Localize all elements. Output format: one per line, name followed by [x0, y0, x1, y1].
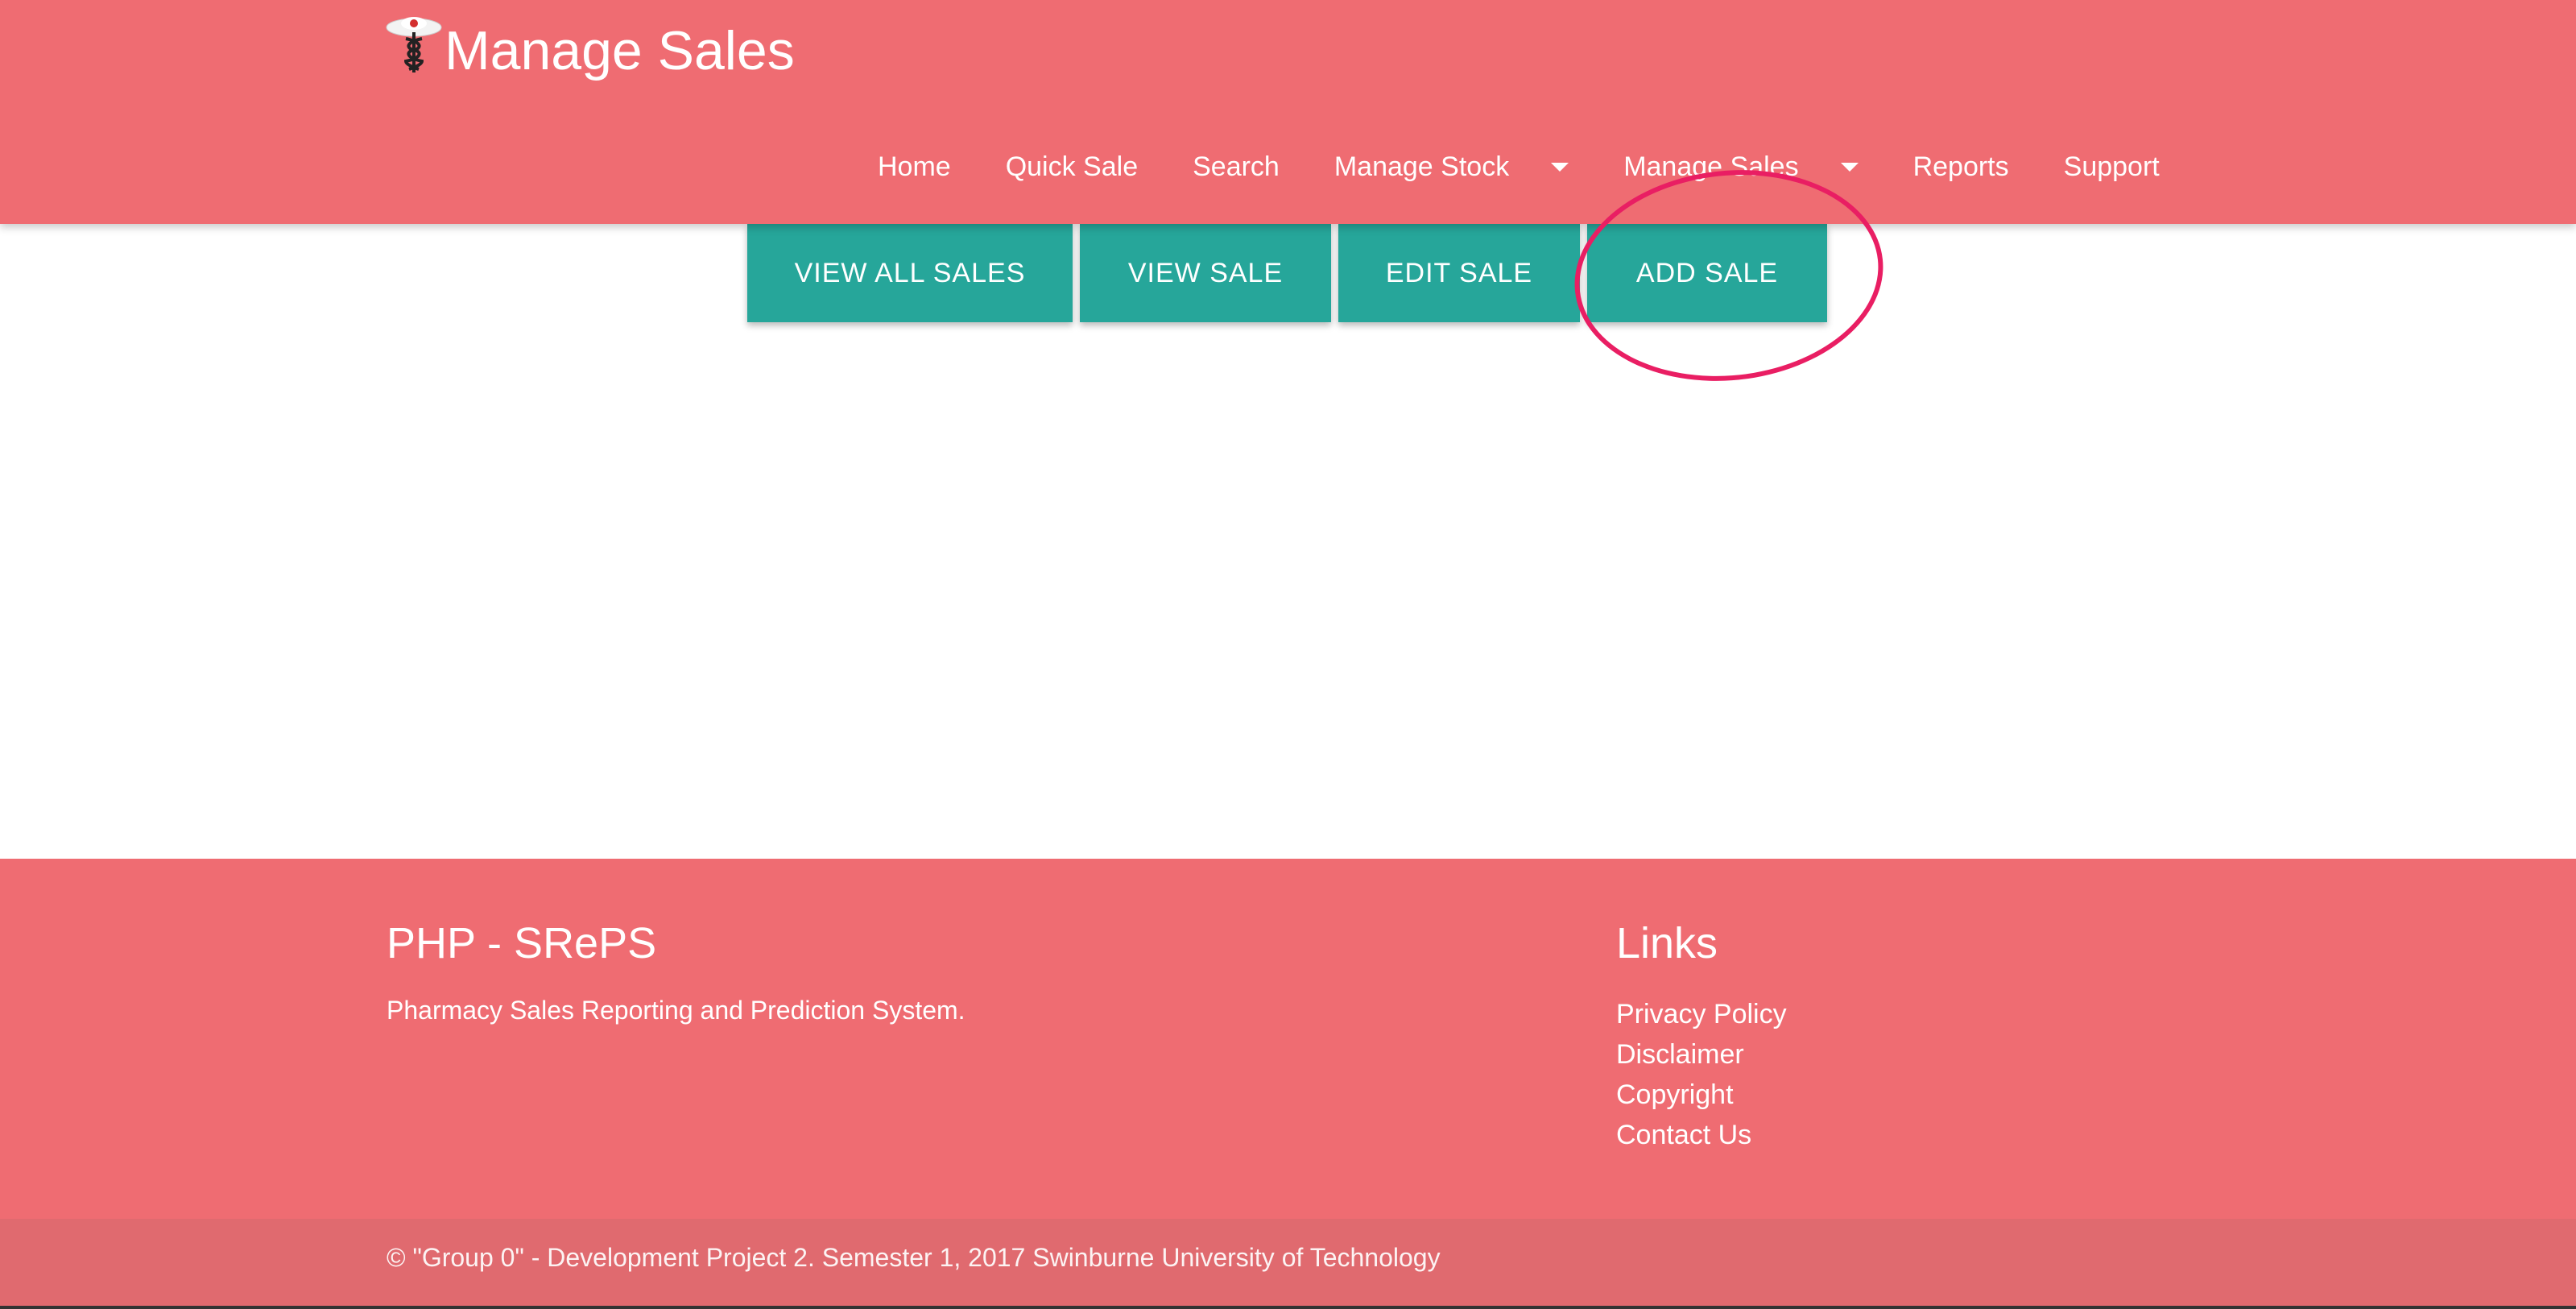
nav-quick-sale-label: Quick Sale	[1005, 151, 1139, 182]
edit-sale-button[interactable]: EDIT SALE	[1338, 224, 1580, 322]
nav-manage-sales-label: Manage Sales	[1623, 151, 1799, 182]
nav-manage-stock-dropdown[interactable]: Manage Stock	[1307, 135, 1596, 198]
nav-quick-sale[interactable]: Quick Sale	[978, 135, 1165, 198]
nav-reports-label: Reports	[1912, 151, 2009, 182]
contact-us-link[interactable]: Contact Us	[1616, 1120, 1751, 1150]
privacy-policy-link[interactable]: Privacy Policy	[1616, 999, 1787, 1029]
page-footer: PHP - SRePS Pharmacy Sales Reporting and…	[0, 859, 2576, 1219]
disclaimer-link[interactable]: Disclaimer	[1616, 1039, 1744, 1070]
nav-home[interactable]: Home	[850, 135, 978, 198]
caduceus-pharmacy-icon[interactable]	[385, 11, 443, 76]
nav-reports[interactable]: Reports	[1886, 135, 2036, 198]
footer-links-title: Links	[1616, 919, 1718, 967]
nav-search-label: Search	[1193, 151, 1280, 182]
footer-link-item: Copyright	[1616, 1075, 1787, 1115]
add-sale-button[interactable]: ADD SALE	[1587, 224, 1827, 322]
view-sale-button[interactable]: VIEW SALE	[1080, 224, 1331, 322]
page-title: Manage Sales	[444, 20, 795, 81]
footer-link-item: Contact Us	[1616, 1115, 1787, 1155]
nav-support-label: Support	[2063, 151, 2160, 182]
nav-manage-sales-dropdown[interactable]: Manage Sales	[1596, 135, 1885, 198]
footer-links-list: Privacy Policy Disclaimer Copyright Cont…	[1616, 994, 1787, 1155]
footer-description: Pharmacy Sales Reporting and Prediction …	[387, 996, 965, 1025]
footer-brand-title: PHP - SRePS	[387, 919, 657, 967]
nav-home-label: Home	[878, 151, 951, 182]
caret-down-icon	[1840, 162, 1859, 172]
footer-link-item: Privacy Policy	[1616, 994, 1787, 1034]
nav-search[interactable]: Search	[1165, 135, 1307, 198]
top-navbar: Manage Sales Home Quick Sale Search Mana…	[0, 0, 2576, 224]
view-all-sales-button[interactable]: VIEW ALL SALES	[747, 224, 1073, 322]
copyright-text: © "Group 0" - Development Project 2. Sem…	[387, 1243, 1441, 1272]
sales-action-buttons: VIEW ALL SALES VIEW SALE EDIT SALE ADD S…	[747, 224, 1827, 322]
bottom-divider	[0, 1306, 2576, 1309]
copyright-bar: © "Group 0" - Development Project 2. Sem…	[0, 1219, 2576, 1306]
nav-support[interactable]: Support	[2036, 135, 2187, 198]
caret-down-icon	[1551, 162, 1569, 172]
copyright-link[interactable]: Copyright	[1616, 1079, 1734, 1110]
footer-link-item: Disclaimer	[1616, 1034, 1787, 1075]
nav-manage-stock-label: Manage Stock	[1333, 151, 1510, 182]
main-nav: Home Quick Sale Search Manage Stock Mana…	[850, 135, 2187, 198]
